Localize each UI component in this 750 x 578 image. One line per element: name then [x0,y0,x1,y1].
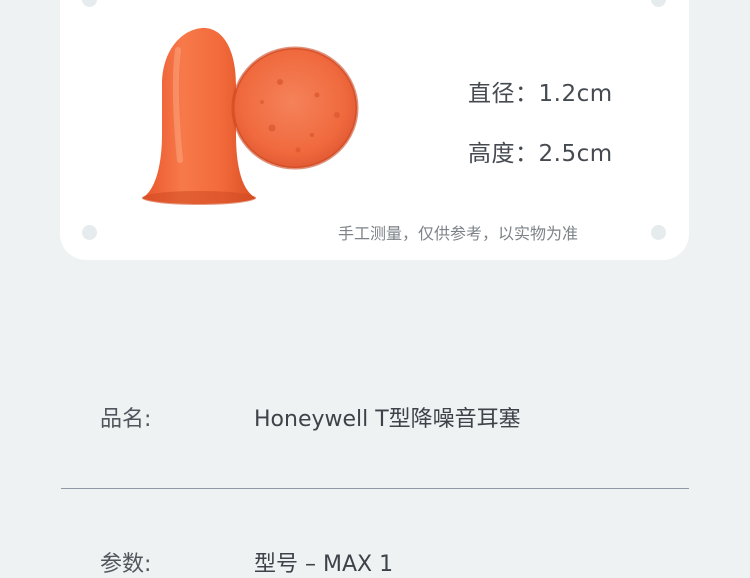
corner-dot-bottom-right [651,225,666,240]
product-name-label: 品名: [100,407,152,432]
diameter-spec: 直径：1.2cm [468,81,613,107]
section-divider [61,488,689,489]
params-label: 参数: [100,552,152,577]
earplug-product-image [142,28,359,205]
params-value: 型号 – MAX 1 [254,552,394,577]
corner-dot-top-right [651,0,666,7]
corner-dot-bottom-left [82,225,97,240]
product-name-value: Honeywell T型降噪音耳塞 [254,407,521,432]
product-spec-card: 直径：1.2cm 高度：2.5cm 手工测量，仅供参考，以实物为准 [60,0,689,260]
measurement-note: 手工测量，仅供参考，以实物为准 [338,224,579,243]
height-spec: 高度：2.5cm [468,141,613,167]
corner-dot-top-left [82,0,97,7]
